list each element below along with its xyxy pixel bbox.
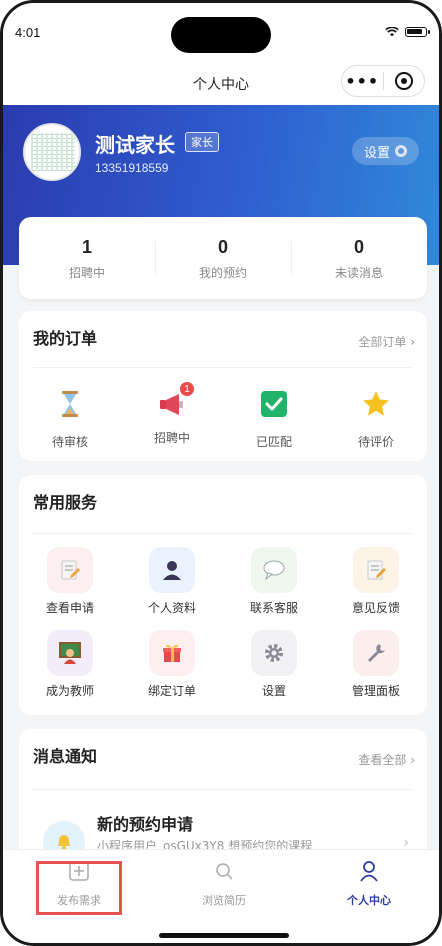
all-orders-link[interactable]: 全部订单 › bbox=[358, 333, 415, 350]
stats-card: 1 招聘中 0 我的预约 0 未读消息 bbox=[19, 217, 427, 299]
role-badge: 家长 bbox=[185, 132, 219, 152]
more-menu-button[interactable]: ••• bbox=[342, 72, 383, 91]
stat-unread[interactable]: 0 未读消息 bbox=[291, 217, 427, 299]
service-label: 绑定订单 bbox=[147, 684, 196, 698]
service-icon-tile bbox=[149, 630, 195, 676]
service-become-teacher[interactable]: 成为教师 bbox=[19, 630, 121, 699]
camera-notch bbox=[171, 17, 271, 53]
tab-browse-resumes[interactable]: 浏览简历 bbox=[164, 860, 284, 908]
stat-appointments[interactable]: 0 我的预约 bbox=[155, 217, 291, 299]
star-icon bbox=[363, 391, 389, 416]
tab-label: 浏览简历 bbox=[202, 894, 246, 907]
service-icon-tile bbox=[149, 547, 195, 593]
home-indicator bbox=[159, 933, 289, 938]
order-pending-review[interactable]: 待审核 bbox=[19, 389, 121, 450]
divider bbox=[33, 789, 413, 790]
order-status-row: 待审核 1 招聘中 已匹配 待评价 bbox=[19, 381, 427, 450]
service-label: 联系客服 bbox=[249, 601, 298, 615]
service-contact-support[interactable]: 联系客服 bbox=[223, 547, 325, 616]
avatar-image bbox=[31, 133, 75, 171]
chat-bubble-icon bbox=[263, 560, 285, 581]
order-to-review[interactable]: 待评价 bbox=[325, 389, 427, 450]
gift-icon bbox=[163, 644, 181, 662]
search-icon bbox=[216, 863, 233, 880]
stat-label: 招聘中 bbox=[68, 266, 105, 280]
close-miniprogram-button[interactable] bbox=[383, 72, 424, 90]
order-label: 待评价 bbox=[357, 435, 394, 449]
status-icons bbox=[385, 27, 430, 37]
service-icon-tile bbox=[47, 630, 93, 676]
avatar[interactable] bbox=[23, 123, 81, 181]
stat-value: 0 bbox=[353, 237, 364, 257]
service-view-applications[interactable]: 查看申请 bbox=[19, 547, 121, 616]
megaphone-wrap: 1 bbox=[157, 381, 195, 419]
gear-icon bbox=[265, 644, 283, 662]
orders-title: 我的订单 bbox=[33, 329, 98, 348]
service-icon-tile bbox=[353, 630, 399, 676]
service-label: 成为教师 bbox=[45, 684, 94, 698]
order-label: 待审核 bbox=[51, 435, 88, 449]
stat-value: 0 bbox=[217, 237, 228, 257]
settings-label: 设置 bbox=[363, 145, 390, 161]
message-title: 新的预约申请 bbox=[97, 815, 194, 834]
person-icon bbox=[360, 861, 378, 882]
stat-recruiting[interactable]: 1 招聘中 bbox=[19, 217, 155, 299]
status-bar: 4:01 bbox=[3, 3, 439, 65]
messages-title: 消息通知 bbox=[33, 747, 98, 766]
services-grid: 查看申请 个人资料 联系客服 意见反馈 成为教师 绑定订单 设置 管理面板 bbox=[19, 547, 427, 699]
tab-personal-center[interactable]: 个人中心 bbox=[309, 860, 429, 908]
user-icon bbox=[163, 561, 181, 580]
check-square-icon bbox=[261, 391, 287, 417]
service-label: 管理面板 bbox=[351, 684, 400, 698]
gear-icon bbox=[395, 145, 407, 157]
divider bbox=[33, 367, 413, 368]
service-label: 设置 bbox=[261, 684, 286, 698]
miniprogram-capsule: ••• bbox=[341, 65, 425, 97]
highlight-box bbox=[36, 861, 122, 915]
user-phone: 13351918559 bbox=[95, 161, 169, 175]
hourglass-icon bbox=[62, 391, 78, 417]
service-bind-order[interactable]: 绑定订单 bbox=[121, 630, 223, 699]
service-icon-tile bbox=[353, 547, 399, 593]
services-title: 常用服务 bbox=[33, 493, 98, 512]
order-label: 招聘中 bbox=[153, 431, 190, 445]
wifi-icon bbox=[385, 27, 399, 37]
service-icon-tile bbox=[251, 630, 297, 676]
target-icon bbox=[394, 72, 413, 90]
order-label: 已匹配 bbox=[255, 435, 292, 449]
order-badge: 1 bbox=[179, 381, 195, 397]
settings-button[interactable]: 设置 bbox=[351, 137, 419, 165]
messages-card: 消息通知 查看全部 › 新的预约申请 小程序用户_osGUx3Y8 想预约您的课… bbox=[19, 729, 427, 869]
service-label: 查看申请 bbox=[45, 601, 94, 615]
divider bbox=[33, 533, 413, 534]
service-admin-panel[interactable]: 管理面板 bbox=[325, 630, 427, 699]
stat-value: 1 bbox=[81, 237, 92, 257]
service-label: 个人资料 bbox=[147, 601, 196, 615]
phone-frame: 4:01 个人中心 ••• 测试家长 家长 13351918559 设置 1 招… bbox=[0, 0, 442, 946]
stat-label: 我的预约 bbox=[198, 266, 247, 280]
service-profile[interactable]: 个人资料 bbox=[121, 547, 223, 616]
service-feedback[interactable]: 意见反馈 bbox=[325, 547, 427, 616]
stat-label: 未读消息 bbox=[334, 266, 383, 280]
service-settings[interactable]: 设置 bbox=[223, 630, 325, 699]
service-label: 意见反馈 bbox=[351, 601, 400, 615]
tab-label: 个人中心 bbox=[347, 894, 391, 907]
service-icon-tile bbox=[251, 547, 297, 593]
memo-icon bbox=[61, 560, 80, 580]
order-recruiting[interactable]: 1 招聘中 bbox=[121, 381, 223, 450]
user-name: 测试家长 bbox=[95, 133, 175, 157]
order-matched[interactable]: 已匹配 bbox=[223, 389, 325, 450]
teacher-icon bbox=[59, 642, 81, 664]
status-time: 4:01 bbox=[15, 25, 41, 40]
nav-bar: 个人中心 ••• bbox=[3, 65, 439, 105]
services-card: 常用服务 查看申请 个人资料 联系客服 意见反馈 成为教师 绑定订单 设置 管理… bbox=[19, 475, 427, 715]
orders-card: 我的订单 全部订单 › 待审核 1 招聘中 已匹配 待评价 bbox=[19, 311, 427, 461]
battery-icon bbox=[405, 27, 430, 37]
wrench-icon bbox=[368, 644, 385, 662]
memo-icon bbox=[367, 560, 386, 580]
service-icon-tile bbox=[47, 547, 93, 593]
view-all-messages-link[interactable]: 查看全部 › bbox=[358, 751, 415, 768]
